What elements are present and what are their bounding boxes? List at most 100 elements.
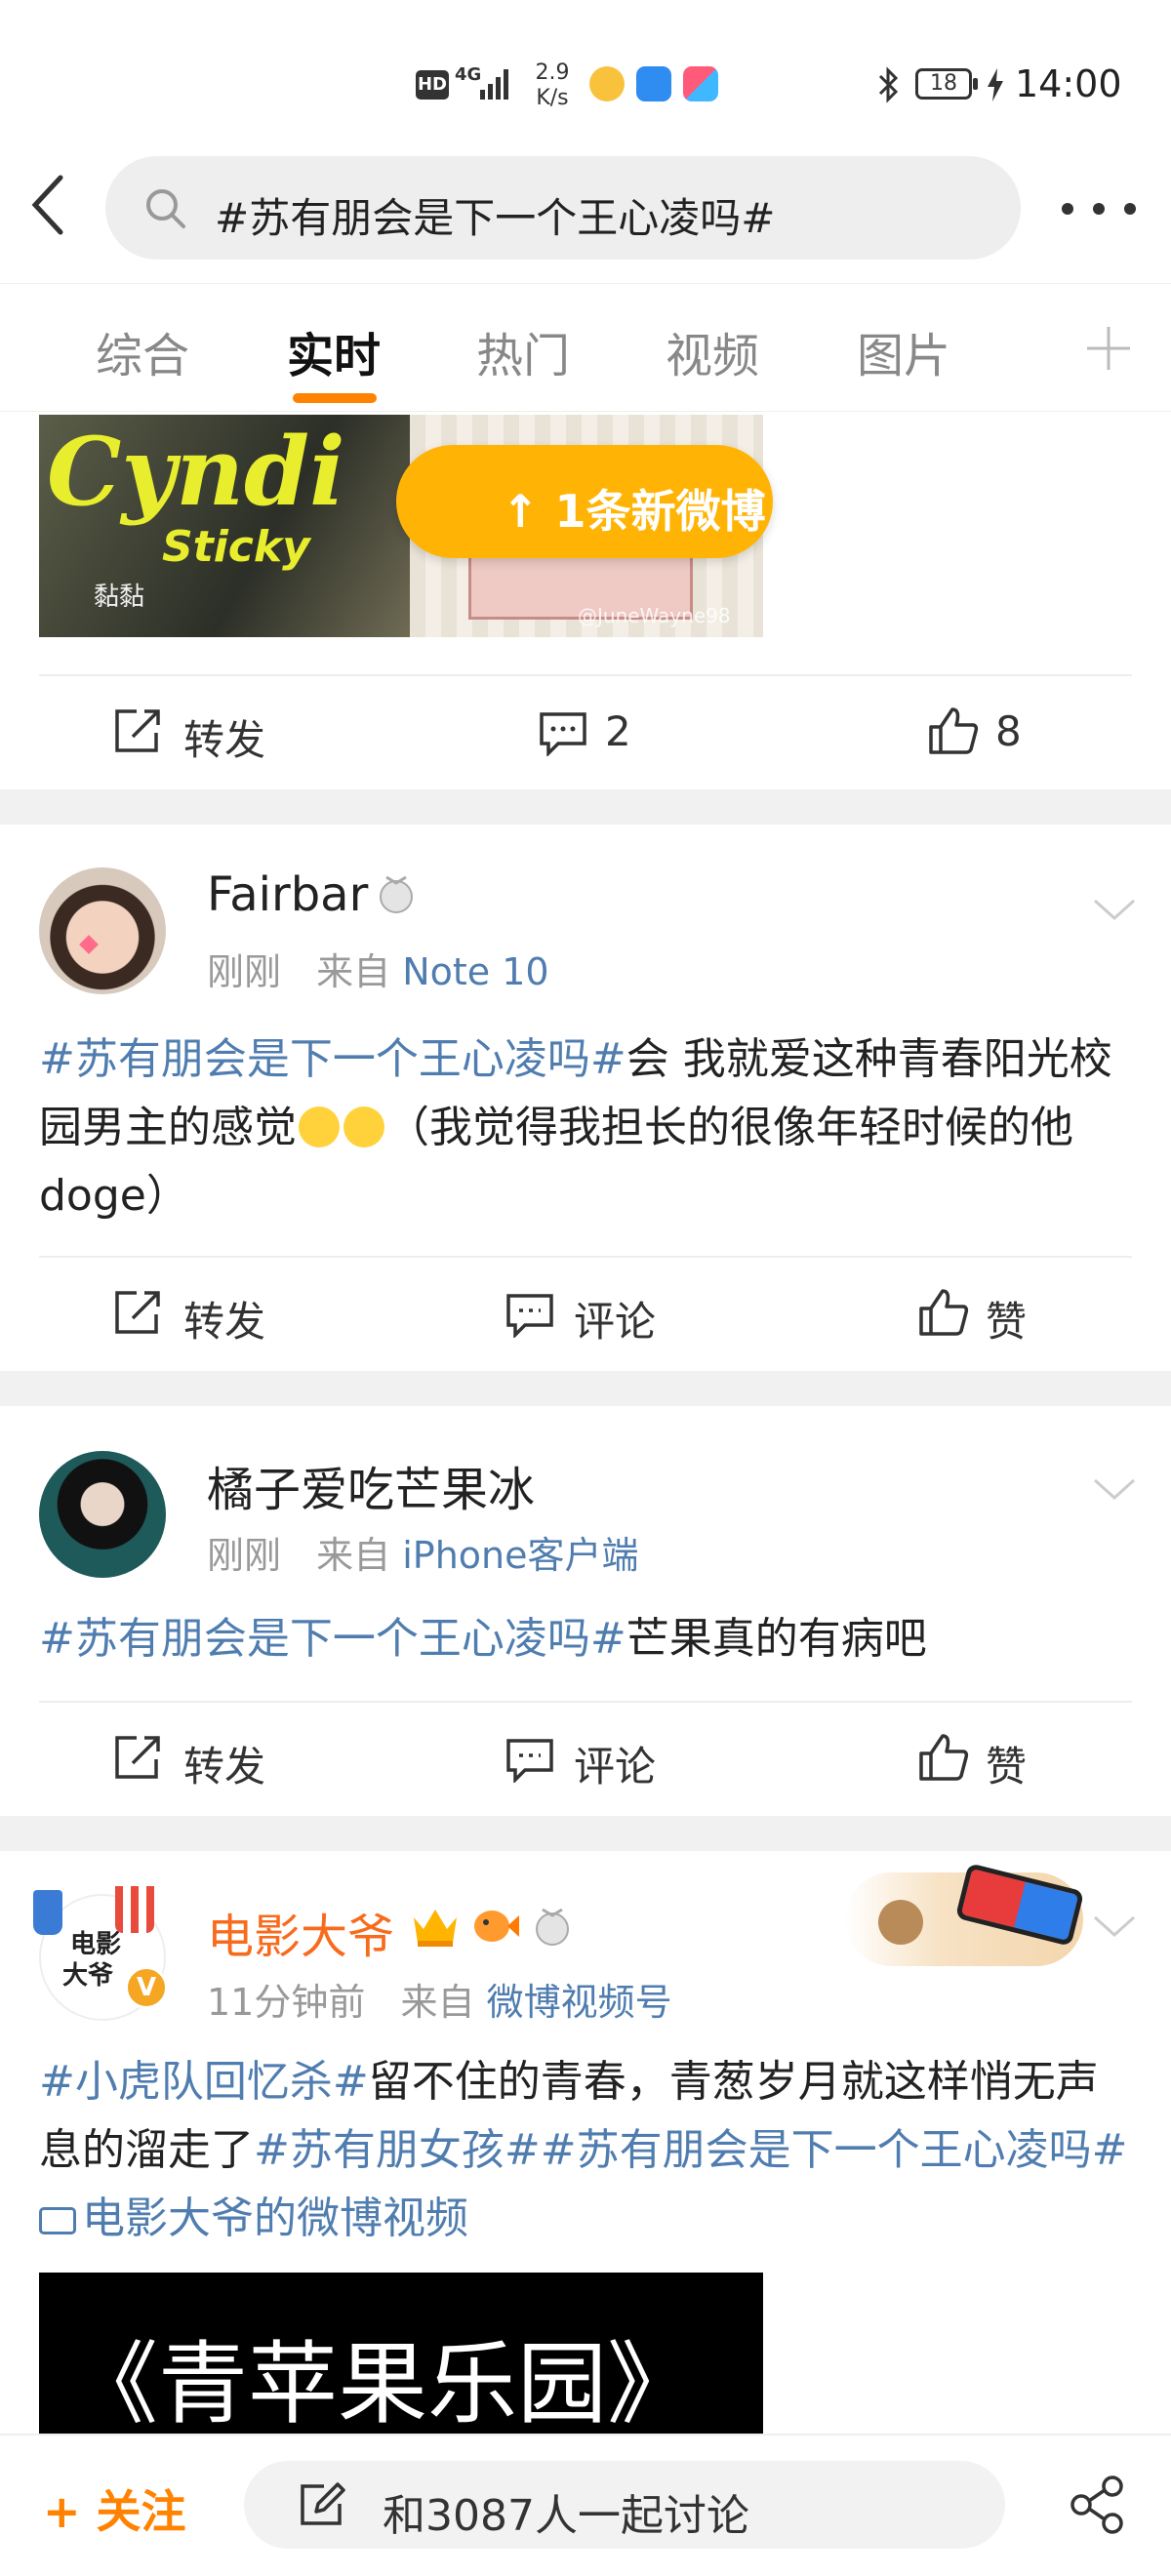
image-title-text: Cyndi <box>47 417 345 527</box>
emoji-icon <box>343 1107 384 1147</box>
active-tab-indicator <box>293 393 377 403</box>
signal-icon <box>480 69 508 100</box>
comment-count: 2 <box>605 707 631 755</box>
battery-icon: 18 <box>915 68 972 100</box>
post-separator <box>0 1816 1171 1851</box>
hashtag-link[interactable]: #苏有朋会是下一个王心凌吗# <box>541 2125 1128 2175</box>
edit-icon <box>301 2482 345 2525</box>
hashtag-link[interactable]: #苏有朋女孩# <box>254 2125 541 2175</box>
medal-icon <box>380 875 413 913</box>
post-body: #苏有朋会是下一个王心凌吗#会 我就爱这种青春阳光校园男主的感觉 （我觉得我担长的… <box>39 1026 1132 1230</box>
from-label: 来自 <box>316 950 391 993</box>
add-tab-icon[interactable] <box>1083 323 1134 374</box>
username[interactable]: Fairbar <box>207 867 368 922</box>
post-card: 电影 大爷 V 电影大爷 11分钟前 来自 微博视频号 #小虎队回忆杀#留不住的… <box>0 1851 1171 2434</box>
video-link[interactable]: 电影大爷的微博视频 <box>39 2194 468 2243</box>
follow-button[interactable]: + 关注 <box>43 2476 186 2541</box>
film-reel-icon <box>878 1900 923 1945</box>
avatar-text-line-2: 大爷 <box>62 1961 114 1991</box>
username[interactable]: 电影大爷 <box>207 1898 394 1966</box>
divider <box>39 1256 1132 1258</box>
net-speed-unit: K/s <box>536 86 569 110</box>
from-label: 来自 <box>400 1981 475 2024</box>
medal-icon <box>536 1908 569 1946</box>
repost-icon <box>115 709 160 752</box>
image-subtitle-text: Sticky <box>162 522 310 572</box>
avatar-text: 电影 大爷 <box>62 1929 122 1992</box>
image-watermark: @JuneWayne98 <box>578 604 731 627</box>
post-time: 11分钟前 <box>207 1981 366 2024</box>
verified-badge: V <box>125 1966 168 2009</box>
share-icon[interactable] <box>1068 2475 1128 2535</box>
divider <box>39 1701 1132 1703</box>
tab-comprehensive[interactable]: 综合 <box>96 317 189 385</box>
tab-realtime[interactable]: 实时 <box>287 317 381 385</box>
avatar-heart <box>79 935 99 954</box>
drink-icon <box>33 1890 62 1935</box>
hashtag-link[interactable]: #苏有朋会是下一个王心凌吗# <box>39 1614 626 1664</box>
tab-bar: 综合 实时 热门 视频 图片 <box>0 283 1171 412</box>
thumbs-up-icon <box>919 1289 969 1336</box>
tab-hot[interactable]: 热门 <box>476 317 570 385</box>
image-cn-text: 黏黏 <box>94 583 145 612</box>
avatar-text-line-1: 电影 <box>70 1930 122 1959</box>
avatar[interactable] <box>39 867 166 994</box>
post-source[interactable]: 微博视频号 <box>487 1981 672 2024</box>
repost-icon <box>115 1291 160 1334</box>
popcorn-icon <box>115 1886 154 1933</box>
post-body: #苏有朋会是下一个王心凌吗#芒果真的有病吧 <box>39 1605 1132 1673</box>
more-icon[interactable] <box>1056 189 1144 228</box>
discuss-input[interactable]: 和3087人一起讨论 <box>244 2461 1005 2549</box>
avatar[interactable] <box>39 1451 166 1578</box>
comment-label: 评论 <box>574 1743 657 1791</box>
post-time: 刚刚 <box>207 950 282 993</box>
post-body: #小虎队回忆杀#留不住的青春，青葱岁月就这样悄无声息的溜走了#苏有朋女孩##苏有… <box>39 2048 1132 2253</box>
search-bar[interactable]: #苏有朋会是下一个王心凌吗# <box>105 156 1021 260</box>
post-meta: 刚刚 来自 Note 10 <box>207 942 549 995</box>
post-source[interactable]: iPhone客户端 <box>402 1534 638 1577</box>
from-label: 来自 <box>316 1534 391 1577</box>
emoji-icon <box>299 1107 340 1147</box>
post-time: 刚刚 <box>207 1534 282 1577</box>
chevron-down-icon[interactable] <box>1091 1912 1138 1941</box>
cloud-app-icon <box>636 66 671 101</box>
like-count: 8 <box>995 707 1022 755</box>
username[interactable]: 橘子爱吃芒果冰 <box>207 1451 535 1519</box>
discuss-label: 和3087人一起讨论 <box>383 2491 749 2541</box>
repost-label: 转发 <box>183 1298 266 1346</box>
thumbs-up-icon <box>929 707 979 754</box>
back-icon[interactable] <box>27 174 66 236</box>
3d-glasses-icon <box>954 1863 1085 1947</box>
comment-icon <box>540 712 586 756</box>
chevron-down-icon[interactable] <box>1091 895 1138 924</box>
video-title-text: 《青苹果乐园》 <box>68 2332 698 2434</box>
post-separator <box>0 1371 1171 1406</box>
search-query[interactable]: #苏有朋会是下一个王心凌吗# <box>215 185 775 245</box>
like-label: 赞 <box>986 1743 1028 1791</box>
post-source[interactable]: Note 10 <box>402 950 548 993</box>
post-card: Fairbar 刚刚 来自 Note 10 #苏有朋会是下一个王心凌吗#会 我就… <box>0 825 1171 1371</box>
repost-icon <box>115 1736 160 1779</box>
new-posts-label: ↑ 1条新微博 <box>502 485 766 538</box>
video-thumbnail[interactable]: 《青苹果乐园》 <box>39 2273 763 2434</box>
hashtag-link[interactable]: #苏有朋会是下一个王心凌吗# <box>39 1034 626 1084</box>
bottom-bar: + 关注 和3087人一起讨论 <box>0 2434 1171 2576</box>
tab-images[interactable]: 图片 <box>857 317 950 385</box>
crown-icon <box>414 1910 457 1947</box>
fish-icon <box>474 1911 519 1942</box>
tab-video[interactable]: 视频 <box>666 317 759 385</box>
hashtag-link[interactable]: #小虎队回忆杀# <box>39 2057 369 2107</box>
new-posts-button[interactable]: ↑ 1条新微博 <box>396 445 773 558</box>
chevron-down-icon[interactable] <box>1091 1474 1138 1504</box>
network-type: 4G <box>455 64 482 85</box>
repost-label: 转发 <box>183 1743 266 1791</box>
tiger-app-icon <box>589 66 625 101</box>
status-bar: HD 4G 2.9 K/s 18 14:00 <box>0 0 1171 156</box>
charging-icon <box>988 68 1003 101</box>
video-camera-icon <box>39 2207 76 2234</box>
bluetooth-icon <box>878 66 899 103</box>
post-meta: 刚刚 来自 iPhone客户端 <box>207 1525 639 1579</box>
comment-icon <box>506 1739 553 1783</box>
repost-label: 转发 <box>183 716 266 764</box>
search-icon <box>146 189 185 228</box>
